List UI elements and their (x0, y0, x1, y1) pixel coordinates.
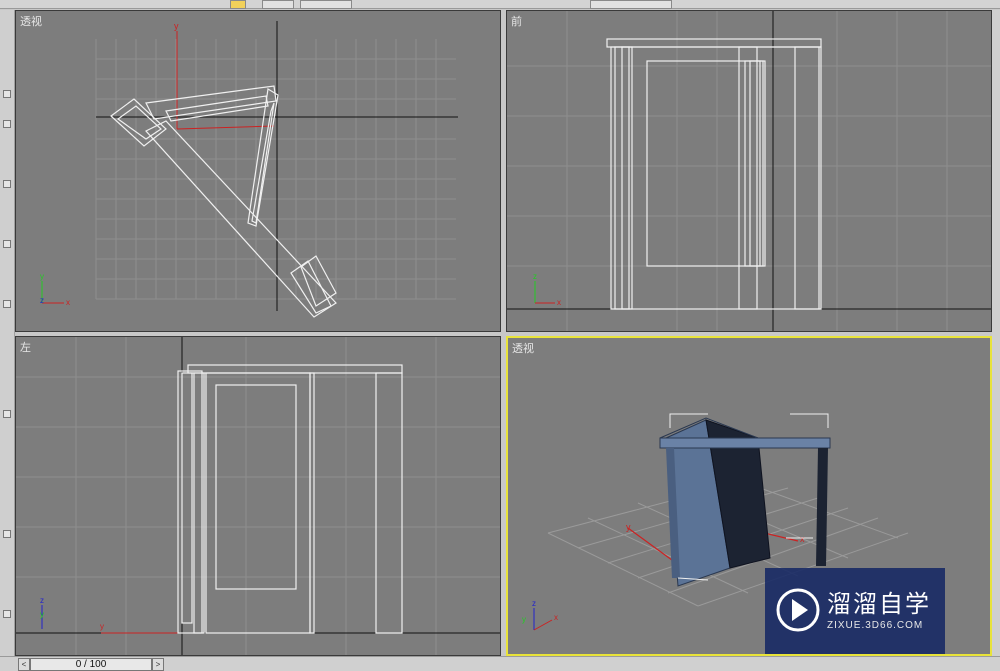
tool-icon[interactable] (3, 180, 11, 188)
viewport-label: 透视 (20, 15, 42, 28)
svg-text:z: z (40, 296, 44, 305)
left-wireframe: y z y (16, 337, 500, 655)
watermark-logo: 溜溜自学 ZIXUE.3D66.COM (765, 568, 945, 654)
svg-text:z: z (532, 599, 536, 608)
tool-icon[interactable] (3, 90, 11, 98)
right-scrollbar[interactable] (992, 10, 1000, 656)
toolbar-button[interactable] (590, 0, 672, 9)
svg-text:z: z (40, 596, 44, 605)
tool-icon[interactable] (3, 300, 11, 308)
time-slider[interactable]: 0 / 100 (30, 658, 152, 671)
status-bar: < 0 / 100 > (0, 656, 1000, 671)
watermark-name: 溜溜自学 (827, 590, 931, 618)
tool-icon[interactable] (3, 410, 11, 418)
viewport-label: 左 (20, 341, 31, 354)
svg-text:x: x (800, 534, 805, 544)
svg-text:y: y (626, 522, 631, 532)
viewport-front[interactable]: z x 前 (506, 10, 992, 332)
toolbar-button[interactable] (262, 0, 294, 9)
viewport-perspective-top[interactable]: y y x z 透视 (15, 10, 501, 332)
perspective-wireframe: y y x z (40, 21, 458, 318)
time-next-button[interactable]: > (152, 658, 164, 671)
viewport-left[interactable]: y z y 左 (15, 336, 501, 656)
time-prev-button[interactable]: < (18, 658, 30, 671)
main-toolbar (0, 0, 1000, 9)
svg-text:x: x (66, 298, 70, 307)
viewport-label: 透视 (512, 342, 534, 355)
play-logo-icon (776, 588, 820, 632)
tool-icon[interactable] (3, 530, 11, 538)
select-tool-button[interactable] (230, 0, 246, 9)
svg-text:y: y (40, 272, 44, 281)
svg-text:x: x (554, 613, 558, 622)
svg-text:z: z (533, 272, 537, 281)
watermark-url: ZIXUE.3D66.COM (827, 620, 924, 631)
toolbar-button[interactable] (300, 0, 352, 9)
svg-text:y: y (40, 610, 44, 619)
svg-text:x: x (557, 298, 561, 307)
svg-text:y: y (522, 615, 526, 624)
left-toolbar (0, 10, 15, 656)
tool-icon[interactable] (3, 240, 11, 248)
tool-icon[interactable] (3, 610, 11, 618)
svg-text:y: y (174, 21, 179, 31)
svg-text:y: y (100, 622, 104, 631)
viewport-label: 前 (511, 15, 522, 28)
front-wireframe: z x (507, 11, 991, 331)
tool-icon[interactable] (3, 120, 11, 128)
